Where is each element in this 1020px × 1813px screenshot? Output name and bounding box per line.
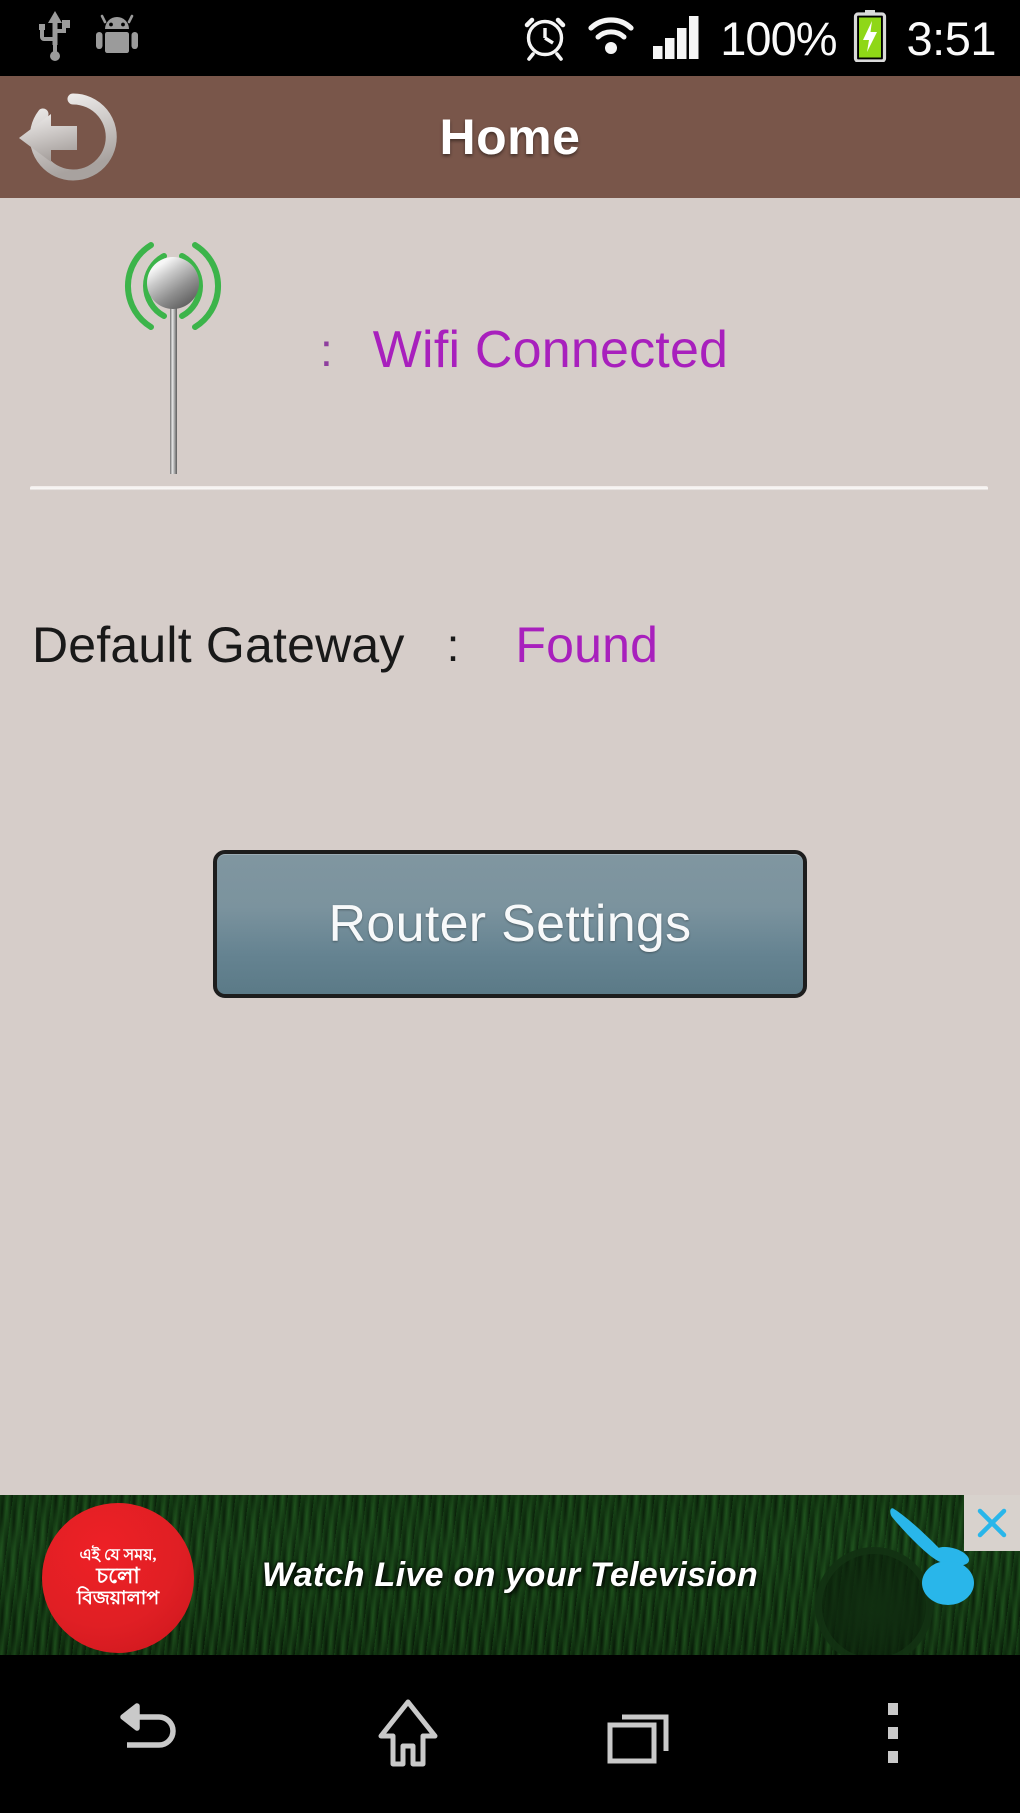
wifi-icon [586,14,636,63]
close-x-icon [977,1508,1007,1538]
nav-back-icon[interactable] [0,1655,300,1813]
status-bar-clock: 3:51 [906,11,997,65]
wifi-status-row: : Wifi Connected [0,220,1020,490]
android-robot-icon [94,13,140,64]
default-gateway-row: Default Gateway : Found [0,610,1020,680]
usb-icon [38,10,72,66]
ad-close-button[interactable] [964,1495,1020,1551]
battery-percent-label: 100% [720,11,837,65]
nav-home-icon[interactable] [300,1655,515,1813]
wifi-status-text-group: : Wifi Connected [320,220,980,480]
default-gateway-label: Default Gateway [32,617,405,673]
ad-brand-text-line1: এই যে সময়, [79,1546,157,1564]
antenna-signal-icon [88,220,258,480]
status-bar-right-icons: 100% 3:51 [520,9,1020,67]
default-gateway-value: Found [515,617,659,673]
battery-charging-icon [853,9,887,67]
wifi-separator: : [320,324,333,376]
ad-brand-text-line2: চলো [96,1563,140,1589]
action-bar: Home [0,76,1020,198]
ad-banner[interactable]: এই যে সময়, চলো বিজয়ালাপ Watch Live on … [0,1495,1020,1655]
alarm-clock-icon [520,11,570,66]
nav-recents-icon[interactable] [515,1655,765,1813]
router-settings-button[interactable]: Router Settings [213,850,807,998]
main-content: : Wifi Connected Default Gateway : Found… [0,198,1020,1495]
status-bar: 100% 3:51 [0,0,1020,76]
section-divider [30,486,988,491]
android-nav-bar [0,1655,1020,1813]
signal-bars-icon [652,12,704,65]
page-title: Home [439,109,581,165]
router-settings-button-label: Router Settings [328,895,692,953]
phone-screen: 100% 3:51 Home: Wifi Connected Default … [0,0,1020,1813]
default-gateway-separator: : [446,619,460,671]
ad-brand-text-line3: বিজয়ালাপ [76,1587,160,1609]
wifi-status-value: Wifi Connected [372,321,729,379]
status-bar-left-icons [0,10,140,66]
nav-overflow-menu-icon[interactable] [765,1655,1020,1813]
back-circle-arrow-icon[interactable] [8,82,126,192]
ad-brand-circle: এই যে সময়, চলো বিজয়ালাপ [42,1503,194,1653]
